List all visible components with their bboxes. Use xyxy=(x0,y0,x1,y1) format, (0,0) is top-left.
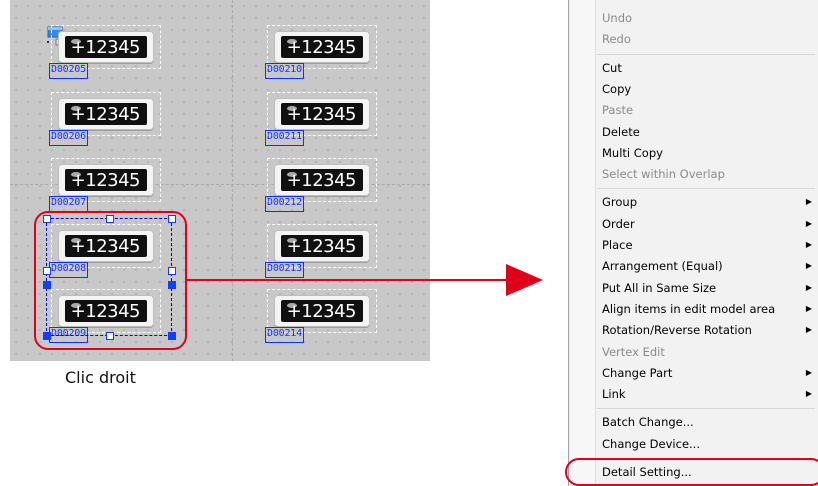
menu-icon-gutter xyxy=(571,0,596,486)
menu-item-cut[interactable]: Cut xyxy=(602,59,622,77)
menu-item-delete[interactable]: Delete xyxy=(602,123,640,141)
part-bezel: +12345 xyxy=(58,164,154,196)
part-value: +12345 xyxy=(286,37,357,58)
submenu-arrow-icon: ▶ xyxy=(805,282,812,292)
part-value: +12345 xyxy=(286,170,357,191)
part-screen: +12345 xyxy=(281,235,363,257)
menu-item-order[interactable]: Order xyxy=(602,215,635,233)
submenu-arrow-icon: ▶ xyxy=(805,197,812,207)
part-bezel: +12345 xyxy=(274,230,370,262)
numeric-display-part[interactable]: +12345 D00212 xyxy=(265,158,377,212)
caption-right-click: Clic droit xyxy=(65,368,136,387)
part-value: +12345 xyxy=(286,301,357,322)
part-address-label: D00206 xyxy=(49,130,88,146)
part-address-label: D00213 xyxy=(265,262,304,278)
part-address-label: D00207 xyxy=(49,196,88,212)
submenu-arrow-icon: ▶ xyxy=(805,261,812,271)
menu-item-place[interactable]: Place xyxy=(602,236,633,254)
selection-highlight-circle xyxy=(34,211,187,350)
menu-item-arrangement-equal[interactable]: Arrangement (Equal) xyxy=(602,257,723,275)
submenu-arrow-icon: ▶ xyxy=(805,389,812,399)
part-screen: +12345 xyxy=(281,300,363,322)
menu-item-change-device[interactable]: Change Device... xyxy=(602,435,700,453)
part-bezel: +12345 xyxy=(58,31,154,63)
numeric-display-part[interactable]: +12345 D00214 xyxy=(265,289,377,343)
part-screen: +12345 xyxy=(65,169,147,191)
menu-item-change-part[interactable]: Change Part xyxy=(602,364,672,382)
numeric-display-part[interactable]: +12345 D00205 xyxy=(49,25,161,79)
part-screen: +12345 xyxy=(65,103,147,125)
part-screen: +12345 xyxy=(281,103,363,125)
menu-separator xyxy=(597,408,815,410)
part-address-label: D00210 xyxy=(265,63,304,79)
part-value: +12345 xyxy=(286,104,357,125)
menu-item-link[interactable]: Link xyxy=(602,385,626,403)
context-menu: Undo Redo Cut Copy Paste Delete Multi Copy Sele… xyxy=(568,0,818,486)
menu-item-group[interactable]: Group xyxy=(602,193,637,211)
part-bezel: +12345 xyxy=(58,98,154,130)
part-value: +12345 xyxy=(70,170,141,191)
part-address-label: D00211 xyxy=(265,130,304,146)
part-screen: +12345 xyxy=(281,36,363,58)
menu-item-copy[interactable]: Copy xyxy=(602,80,631,98)
canvas-center-guide-vertical xyxy=(232,0,233,361)
part-value: +12345 xyxy=(70,37,141,58)
part-value: +12345 xyxy=(286,236,357,257)
pointer-arrow-head xyxy=(506,264,543,296)
submenu-arrow-icon: ▶ xyxy=(805,240,812,249)
menu-item-rotation-reverse-rotation[interactable]: Rotation/Reverse Rotation xyxy=(602,321,752,339)
part-screen: +12345 xyxy=(281,169,363,191)
numeric-display-part[interactable]: +12345 D00211 xyxy=(265,92,377,146)
submenu-arrow-icon: ▶ xyxy=(805,218,812,228)
menu-separator xyxy=(597,188,815,190)
part-value: +12345 xyxy=(70,104,141,125)
pointer-arrow-line xyxy=(187,279,512,281)
part-bezel: +12345 xyxy=(274,31,370,63)
part-bezel: +12345 xyxy=(274,98,370,130)
menu-item-vertex-edit[interactable]: Vertex Edit xyxy=(602,343,665,361)
numeric-display-part[interactable]: +12345 D00207 xyxy=(49,158,161,212)
submenu-arrow-icon: ▶ xyxy=(805,367,812,377)
part-bezel: +12345 xyxy=(274,295,370,327)
menu-item-paste[interactable]: Paste xyxy=(602,101,633,119)
menu-separator xyxy=(597,53,815,55)
menu-item-batch-change[interactable]: Batch Change... xyxy=(602,413,694,431)
numeric-display-part[interactable]: +12345 D00206 xyxy=(49,92,161,146)
menu-item-put-all-in-same-size[interactable]: Put All in Same Size xyxy=(602,279,716,297)
part-bezel: +12345 xyxy=(274,164,370,196)
part-address-label: D00205 xyxy=(49,63,88,79)
menu-item-undo[interactable]: Undo xyxy=(602,9,632,27)
numeric-display-part[interactable]: +12345 D00210 xyxy=(265,25,377,79)
part-screen: +12345 xyxy=(65,36,147,58)
menu-item-multi-copy[interactable]: Multi Copy xyxy=(602,144,663,162)
submenu-arrow-icon: ▶ xyxy=(805,325,812,335)
menu-item-select-within-overlap[interactable]: Select within Overlap xyxy=(602,165,725,183)
menu-item-align-items-in-edit-model-area[interactable]: Align items in edit model area xyxy=(602,300,775,318)
part-address-label: D00212 xyxy=(265,196,304,212)
menu-item-redo[interactable]: Redo xyxy=(602,30,631,48)
numeric-display-part[interactable]: +12345 D00213 xyxy=(265,224,377,278)
part-address-label: D00214 xyxy=(265,327,304,343)
submenu-arrow-icon: ▶ xyxy=(805,303,812,313)
detail-setting-highlight-circle xyxy=(565,458,818,486)
